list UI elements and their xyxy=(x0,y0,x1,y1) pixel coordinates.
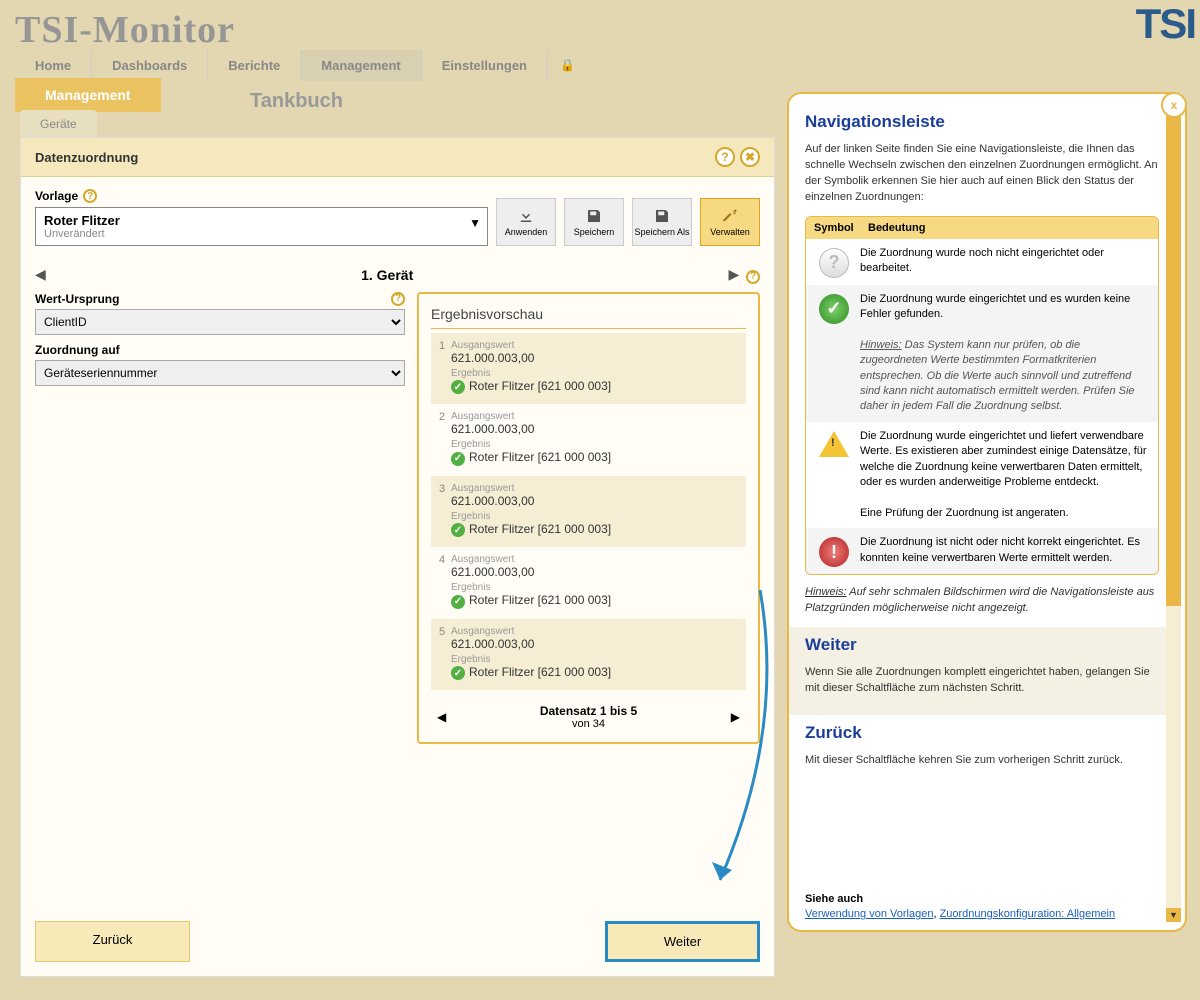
vorlage-label: Vorlage ? xyxy=(35,189,488,203)
help-heading-weiter: Weiter xyxy=(805,635,1159,655)
wert-ursprung-label: Wert-Ursprung? xyxy=(35,292,405,306)
app-title: TSI-Monitor xyxy=(15,8,235,52)
row-text: Die Zuordnung wurde eingerichtet und lie… xyxy=(860,429,1150,521)
help-close-button[interactable]: x xyxy=(1161,92,1187,118)
check-icon: ✓ xyxy=(819,294,849,324)
check-icon xyxy=(451,523,465,537)
nav-berichte[interactable]: Berichte xyxy=(208,50,301,81)
topnav: Home Dashboards Berichte Management Eins… xyxy=(15,50,587,81)
vorlage-status: Unverändert xyxy=(44,228,479,240)
nav-einstellungen[interactable]: Einstellungen xyxy=(422,50,548,81)
main-panel: Datenzuordnung ? ✖ Vorlage ? Roter Flitz… xyxy=(20,137,775,977)
speichern-als-button[interactable]: Speichern Als xyxy=(632,198,692,246)
row-text: Die Zuordnung ist nicht oder nicht korre… xyxy=(860,535,1150,566)
close-icon[interactable]: ✖ xyxy=(740,147,760,167)
nav-dashboards[interactable]: Dashboards xyxy=(92,50,208,81)
logo: TSI xyxy=(955,0,1195,45)
vorlage-name: Roter Flitzer xyxy=(44,213,479,228)
step-nav: ◀ 1. Gerät ▶ ? xyxy=(21,258,774,292)
check-icon xyxy=(451,380,465,394)
symbol-table: SymbolBedeutung ? Die Zuordnung wurde noc… xyxy=(805,216,1159,575)
management-tab[interactable]: Management xyxy=(15,78,161,112)
row-text: Die Zuordnung wurde eingerichtet und es … xyxy=(860,292,1150,415)
nav-home[interactable]: Home xyxy=(15,50,92,81)
step-prev[interactable]: ◀ xyxy=(35,266,46,283)
verwalten-button[interactable]: Verwalten xyxy=(700,198,760,246)
preview-title: Ergebnisvorschau xyxy=(431,306,746,329)
page-prev[interactable]: ◀ xyxy=(437,710,446,724)
scrollbar[interactable]: ▲▼ xyxy=(1166,102,1181,922)
help-p-weiter: Wenn Sie alle Zuordnungen komplett einge… xyxy=(805,665,1159,697)
anwenden-button[interactable]: Anwenden xyxy=(496,198,556,246)
help-p-zurueck: Mit dieser Schaltfläche kehren Sie zum v… xyxy=(805,753,1159,769)
help-heading-zurueck: Zurück xyxy=(805,723,1159,743)
page-title: Tankbuch xyxy=(250,90,343,113)
row-text: Die Zuordnung wurde noch nicht eingerich… xyxy=(860,246,1150,277)
preview-record: 3Ausgangswert621.000.003,00ErgebnisRoter… xyxy=(431,476,746,548)
step-next[interactable]: ▶ xyxy=(729,266,740,282)
nav-management[interactable]: Management xyxy=(301,50,421,81)
speichern-button[interactable]: Speichern xyxy=(564,198,624,246)
help-icon[interactable]: ? xyxy=(83,189,97,203)
vorlage-select[interactable]: Roter Flitzer Unverändert ▼ xyxy=(35,207,488,246)
help-icon[interactable]: ? xyxy=(746,270,760,284)
weiter-button[interactable]: Weiter xyxy=(605,921,760,962)
help-footer: Siehe auch Verwendung von Vorlagen, Zuor… xyxy=(805,893,1159,920)
th-symbol: Symbol xyxy=(806,217,860,239)
warning-icon xyxy=(819,431,849,457)
help-hinweis: Hinweis: Auf sehr schmalen Bildschirmen … xyxy=(805,585,1159,617)
help-heading: Navigationsleiste xyxy=(805,112,1159,132)
panel-title: Datenzuordnung xyxy=(35,150,138,165)
link-vorlagen[interactable]: Verwendung von Vorlagen xyxy=(805,908,933,920)
error-icon: ! xyxy=(819,537,849,567)
preview-record: 2Ausgangswert621.000.003,00ErgebnisRoter… xyxy=(431,404,746,476)
wert-ursprung-select[interactable]: ClientID xyxy=(35,309,405,335)
help-intro: Auf der linken Seite finden Sie eine Nav… xyxy=(805,142,1159,206)
preview-record: 1Ausgangswert621.000.003,00ErgebnisRoter… xyxy=(431,333,746,405)
siehe-label: Siehe auch xyxy=(805,893,1159,905)
question-icon: ? xyxy=(819,248,849,278)
help-icon[interactable]: ? xyxy=(391,292,405,306)
check-icon xyxy=(451,666,465,680)
check-icon xyxy=(451,452,465,466)
help-icon[interactable]: ? xyxy=(715,147,735,167)
step-title: 1. Gerät xyxy=(361,267,413,283)
preview-record: 4Ausgangswert621.000.003,00ErgebnisRoter… xyxy=(431,547,746,619)
check-icon xyxy=(451,595,465,609)
geraete-tab[interactable]: Geräte xyxy=(20,110,97,138)
preview-panel: Ergebnisvorschau 1Ausgangswert621.000.00… xyxy=(417,292,760,745)
help-panel: x ▲▼ Navigationsleiste Auf der linken Se… xyxy=(787,92,1187,932)
link-konfig[interactable]: Zuordnungskonfiguration: Allgemein xyxy=(940,908,1116,920)
preview-record: 5Ausgangswert621.000.003,00ErgebnisRoter… xyxy=(431,619,746,691)
zuordnung-label: Zuordnung auf xyxy=(35,343,405,357)
zurueck-button[interactable]: Zurück xyxy=(35,921,190,962)
lock-icon[interactable]: 🔒 xyxy=(548,50,587,81)
page-next[interactable]: ▶ xyxy=(731,710,740,724)
pager-info: Datensatz 1 bis 5von 34 xyxy=(540,704,637,730)
panel-header: Datenzuordnung ? ✖ xyxy=(21,138,774,177)
th-bedeutung: Bedeutung xyxy=(860,217,1158,239)
chevron-down-icon: ▼ xyxy=(469,216,481,230)
zuordnung-select[interactable]: Geräteseriennummer xyxy=(35,360,405,386)
